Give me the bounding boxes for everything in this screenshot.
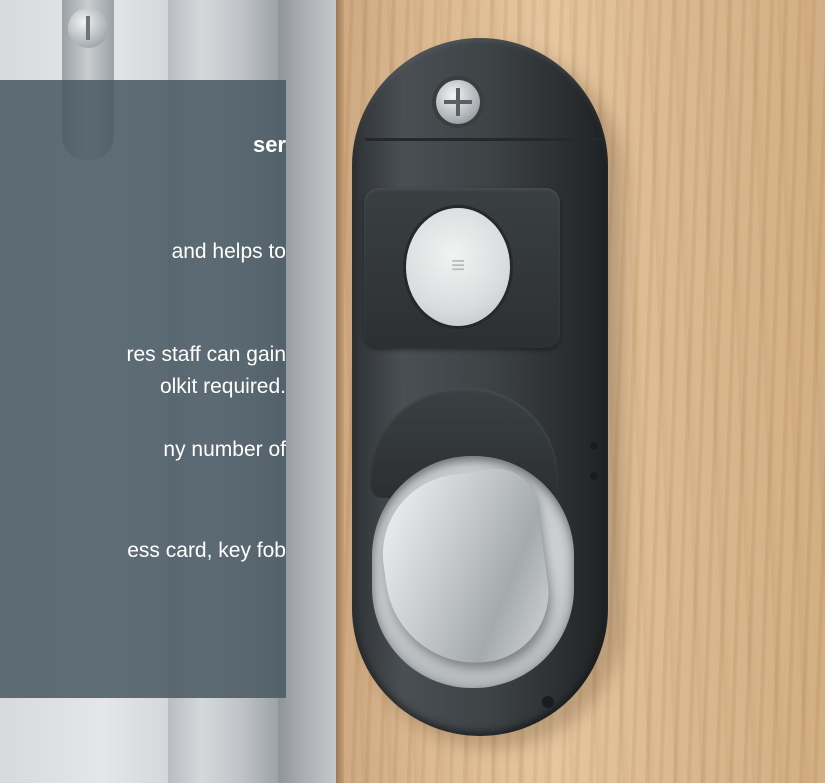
overlay-line-text: ess card, key fob — [127, 539, 286, 562]
indicator-dots — [590, 442, 600, 498]
indicator-dot — [590, 472, 598, 480]
overlay-line-text: ny number of — [163, 438, 286, 461]
bracket-screw-icon — [68, 8, 108, 48]
contactless-icon: ≡ — [450, 252, 465, 279]
overlay-title-text: ser — [252, 132, 286, 157]
overlay-line-text: and helps to — [171, 240, 286, 263]
text-overlay: ser and helps to res staff can gain olki… — [0, 80, 286, 698]
indicator-dot — [590, 442, 598, 450]
bottom-screw-icon — [542, 696, 554, 708]
overlay-line-text: res staff can gain — [126, 343, 286, 366]
lock-screw-icon — [436, 80, 480, 124]
overlay-line-text: olkit required. — [159, 375, 286, 398]
lock-seam — [365, 138, 601, 141]
door-edge — [336, 0, 344, 783]
door-frame-shadow — [278, 0, 336, 783]
photo-scene: ≡ ser and helps to res staff can gain ol… — [0, 0, 825, 783]
